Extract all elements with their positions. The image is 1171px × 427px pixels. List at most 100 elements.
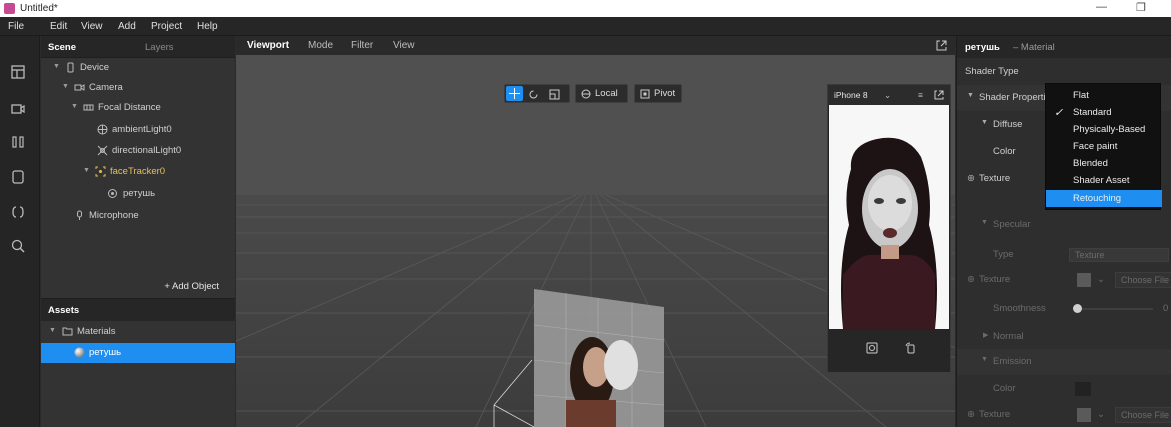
tab-viewport[interactable]: Viewport [247, 40, 289, 51]
shader-option-blended[interactable]: Blended [1046, 155, 1162, 172]
choose-file-button[interactable]: Choose File [1115, 407, 1171, 423]
chevron-down-icon[interactable]: ⌄ [1097, 274, 1105, 285]
pop-out-icon[interactable] [936, 40, 947, 51]
shader-option-standard[interactable]: ✓ Standard [1046, 104, 1162, 121]
expand-arrow-icon[interactable]: ▼ [967, 92, 974, 99]
scene-panel: Scene Layers ▼ Device ▼ Camera ▼ Focal D… [41, 36, 235, 298]
tree-item-face-tracker[interactable]: ▼ faceTracker0 [41, 162, 235, 182]
move-tool-button[interactable] [506, 86, 523, 101]
specular-texture-row[interactable]: ⊕ Texture ⌄ Choose File [957, 267, 1171, 293]
app-logo-icon [4, 3, 15, 14]
rotate-icon[interactable] [528, 89, 539, 100]
device-preview-icon[interactable] [10, 169, 26, 185]
transform-tool-group [504, 84, 570, 103]
shader-type-dropdown: Flat ✓ Standard Physically-Based Face pai… [1045, 83, 1162, 210]
tab-scene[interactable]: Scene [48, 42, 76, 53]
menu-file[interactable]: File [8, 21, 24, 32]
tree-item-device[interactable]: ▼ Device [41, 58, 235, 78]
shader-type-row[interactable]: Shader Type [957, 59, 1171, 85]
pop-out-icon[interactable] [934, 90, 944, 100]
device-preview: iPhone 8 ⌄ ≡ [827, 84, 951, 372]
shader-option-shader-asset[interactable]: Shader Asset [1046, 172, 1162, 189]
minimize-button[interactable]: — [1096, 1, 1107, 13]
expand-arrow-icon[interactable]: ▼ [62, 83, 69, 90]
scale-icon[interactable] [549, 89, 560, 100]
shader-option-retouching[interactable]: Retouching [1046, 190, 1162, 207]
device-select[interactable]: iPhone 8 [834, 90, 868, 100]
checkmark-icon: ✓ [1054, 107, 1064, 119]
tree-item-mesh[interactable]: ретушь [41, 184, 235, 204]
inspector-object-type: – Material [1013, 42, 1055, 53]
tab-filter[interactable]: Filter [351, 40, 373, 51]
shader-option-physically-based[interactable]: Physically-Based [1046, 121, 1162, 138]
script-icon[interactable] [10, 204, 26, 220]
chevron-down-icon[interactable]: ⌄ [1097, 409, 1105, 420]
smoothness-row[interactable]: Smoothness 0 [957, 296, 1171, 322]
menu-project[interactable]: Project [151, 21, 182, 32]
preview-camera-feed [829, 105, 949, 329]
expand-arrow-icon[interactable]: ▼ [53, 63, 60, 70]
tree-item-materials-folder[interactable]: ▼ Materials [41, 322, 235, 342]
rotate-device-icon[interactable] [904, 342, 916, 354]
viewport[interactable]: Local Pivot iPhone 8 ⌄ ≡ [236, 55, 955, 427]
move-icon [509, 88, 520, 99]
pivot-icon [640, 89, 650, 99]
tree-item-microphone[interactable]: Microphone [41, 206, 235, 226]
patch-editor-icon[interactable] [10, 134, 26, 150]
inspector-header: ретушь – Material [957, 36, 1171, 58]
local-toggle[interactable]: Local [575, 84, 628, 103]
tree-item-ambient-light[interactable]: ambientLight0 [41, 120, 235, 140]
pivot-toggle[interactable]: Pivot [634, 84, 682, 103]
shader-option-flat[interactable]: Flat [1046, 87, 1162, 104]
microphone-icon [77, 210, 82, 220]
normal-section[interactable]: ▶ Normal [957, 324, 1171, 350]
specular-section[interactable]: ▼ Specular [957, 212, 1171, 238]
tab-mode[interactable]: Mode [308, 40, 333, 51]
texture-swatch[interactable] [1077, 408, 1091, 422]
specular-type-row[interactable]: Type Texture [957, 242, 1171, 268]
menu-bar: File Edit View Add Project Help [0, 17, 1171, 36]
expand-arrow-icon[interactable]: ▼ [49, 327, 56, 334]
menu-icon[interactable]: ≡ [918, 90, 923, 100]
capture-icon[interactable] [866, 342, 878, 354]
expand-arrow-icon[interactable]: ▼ [71, 103, 78, 110]
menu-help[interactable]: Help [197, 21, 218, 32]
restore-button[interactable]: ❐ [1136, 1, 1146, 14]
emission-section[interactable]: ▼ Emission [957, 349, 1171, 375]
left-toolbar [0, 36, 40, 427]
add-object-button[interactable]: + Add Object [164, 281, 219, 292]
tab-view[interactable]: View [393, 40, 415, 51]
slider-handle[interactable] [1073, 304, 1082, 313]
camera-view-icon[interactable] [10, 101, 26, 117]
menu-add[interactable]: Add [118, 21, 136, 32]
search-icon[interactable] [10, 238, 26, 254]
ambient-light-icon [97, 124, 108, 135]
shader-option-face-paint[interactable]: Face paint [1046, 138, 1162, 155]
expand-arrow-icon[interactable]: ▼ [981, 356, 988, 363]
tree-item-focal-distance[interactable]: ▼ Focal Distance [41, 98, 235, 118]
smoothness-slider[interactable] [1075, 308, 1153, 310]
tree-item-camera[interactable]: ▼ Camera [41, 78, 235, 98]
material-sphere-icon [74, 347, 85, 358]
specular-type-select[interactable]: Texture [1069, 248, 1169, 262]
emission-texture-row[interactable]: ⊕ Texture ⌄ Choose File [957, 402, 1171, 427]
layout-icon[interactable] [10, 64, 26, 80]
add-icon[interactable]: ⊕ [967, 173, 975, 184]
add-icon[interactable]: ⊕ [967, 409, 975, 420]
expand-arrow-icon[interactable]: ▶ [983, 331, 988, 339]
menu-edit[interactable]: Edit [50, 21, 67, 32]
expand-arrow-icon[interactable]: ▼ [83, 167, 90, 174]
asset-item-material[interactable]: ретушь [41, 343, 235, 363]
texture-swatch[interactable] [1077, 273, 1091, 287]
menu-view[interactable]: View [81, 21, 103, 32]
chevron-down-icon[interactable]: ⌄ [884, 90, 891, 101]
tab-layers[interactable]: Layers [145, 42, 174, 53]
add-icon[interactable]: ⊕ [967, 274, 975, 285]
tree-item-directional-light[interactable]: directionalLight0 [41, 141, 235, 161]
expand-arrow-icon[interactable]: ▼ [981, 119, 988, 126]
expand-arrow-icon[interactable]: ▼ [981, 219, 988, 226]
emission-color-swatch[interactable] [1075, 382, 1091, 396]
emission-color-row[interactable]: Color [957, 376, 1171, 402]
assets-header: Assets [41, 299, 235, 321]
choose-file-button[interactable]: Choose File [1115, 272, 1171, 288]
